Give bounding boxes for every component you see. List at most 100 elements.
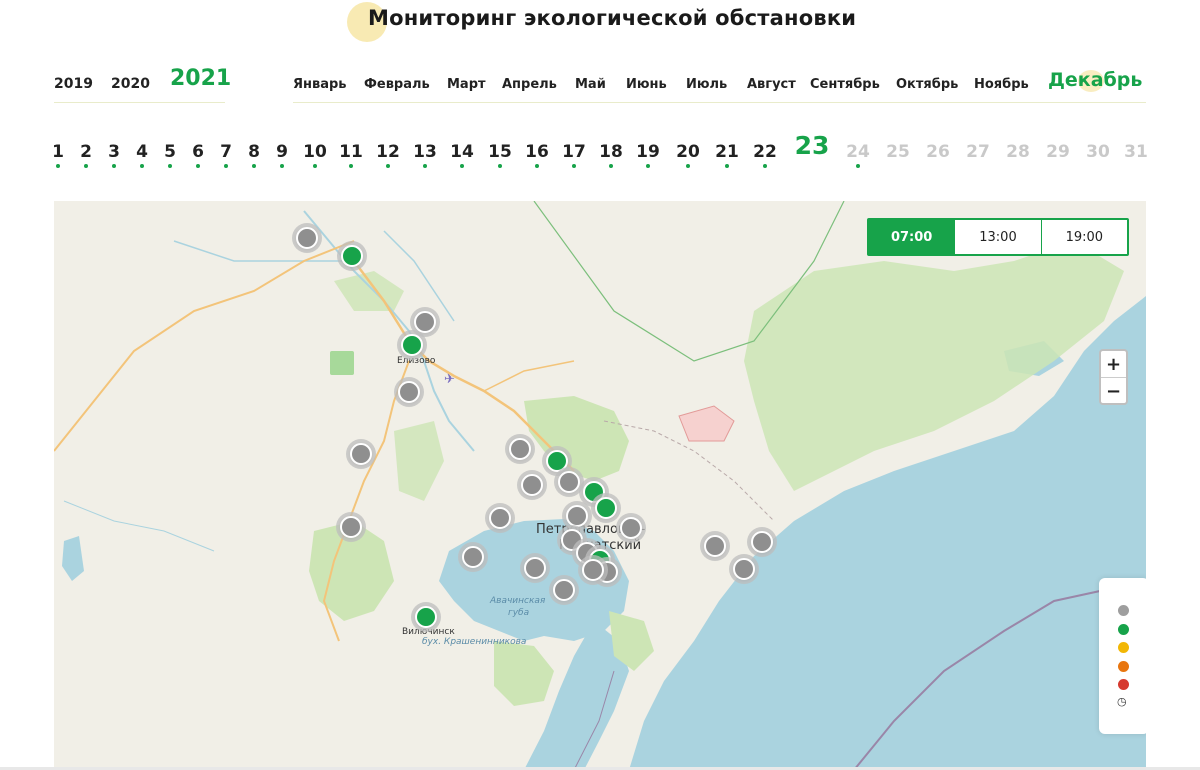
label-avacha-2: губа — [508, 608, 530, 618]
station-marker-no-data[interactable] — [704, 535, 726, 557]
day-8[interactable]: 8 — [248, 142, 260, 162]
day-1[interactable]: 1 — [52, 142, 64, 162]
legend-dot-high[interactable] — [1118, 661, 1129, 672]
day-12[interactable]: 12 — [376, 142, 400, 162]
legend-dot-very-high[interactable] — [1118, 679, 1129, 690]
day-15[interactable]: 15 — [488, 142, 512, 162]
day-9[interactable]: 9 — [276, 142, 288, 162]
day-data-dot — [386, 164, 390, 168]
day-31: 31 — [1124, 142, 1148, 162]
label-krasheninnikova: бух. Крашенинникова — [422, 637, 527, 647]
day-data-dot — [224, 164, 228, 168]
legend-dot-moderate[interactable] — [1118, 642, 1129, 653]
day-14[interactable]: 14 — [450, 142, 474, 162]
day-19[interactable]: 19 — [636, 142, 660, 162]
station-marker-no-data[interactable] — [751, 531, 773, 553]
day-20[interactable]: 20 — [676, 142, 700, 162]
station-marker-no-data[interactable] — [398, 381, 420, 403]
airport-icon: ✈ — [444, 372, 455, 387]
month-april[interactable]: Апрель — [502, 77, 557, 92]
month-october[interactable]: Октябрь — [896, 77, 958, 92]
day-6[interactable]: 6 — [192, 142, 204, 162]
station-marker-no-data[interactable] — [509, 438, 531, 460]
station-marker-no-data[interactable] — [524, 557, 546, 579]
station-marker-good[interactable] — [415, 606, 437, 628]
zoom-control: + − — [1099, 349, 1128, 405]
month-march[interactable]: Март — [447, 77, 486, 92]
page-title: Мониторинг экологической обстановки — [368, 6, 857, 30]
month-july[interactable]: Июль — [686, 77, 727, 92]
year-2021[interactable]: 2021 — [170, 66, 231, 91]
day-data-dot — [686, 164, 690, 168]
station-marker-no-data[interactable] — [582, 559, 604, 581]
station-marker-no-data[interactable] — [553, 579, 575, 601]
station-marker-no-data[interactable] — [340, 516, 362, 538]
year-2020[interactable]: 2020 — [111, 76, 150, 92]
month-august[interactable]: Август — [747, 77, 796, 92]
day-data-dot — [112, 164, 116, 168]
day-7[interactable]: 7 — [220, 142, 232, 162]
day-23[interactable]: 23 — [795, 131, 830, 160]
legend-dot-no-data[interactable] — [1118, 605, 1129, 616]
day-data-dot — [56, 164, 60, 168]
day-21[interactable]: 21 — [715, 142, 739, 162]
station-marker-no-data[interactable] — [489, 507, 511, 529]
station-marker-no-data[interactable] — [620, 517, 642, 539]
station-marker-no-data[interactable] — [350, 443, 372, 465]
day-18[interactable]: 18 — [599, 142, 623, 162]
station-marker-no-data[interactable] — [462, 546, 484, 568]
day-17[interactable]: 17 — [562, 142, 586, 162]
day-data-dot — [609, 164, 613, 168]
time-tab-1300[interactable]: 13:00 — [954, 220, 1040, 254]
zoom-in-button[interactable]: + — [1101, 351, 1126, 377]
day-16[interactable]: 16 — [525, 142, 549, 162]
history-clock-icon[interactable]: ◷ — [1117, 695, 1127, 708]
station-marker-no-data[interactable] — [558, 471, 580, 493]
park-icon — [330, 351, 354, 375]
day-data-dot — [140, 164, 144, 168]
day-11[interactable]: 11 — [339, 142, 363, 162]
day-13[interactable]: 13 — [413, 142, 437, 162]
month-february[interactable]: Февраль — [364, 77, 430, 92]
day-3[interactable]: 3 — [108, 142, 120, 162]
day-28: 28 — [1006, 142, 1030, 162]
day-27: 27 — [966, 142, 990, 162]
month-january[interactable]: Январь — [293, 77, 347, 92]
time-tab-1900[interactable]: 19:00 — [1040, 220, 1127, 254]
station-marker-no-data[interactable] — [296, 227, 318, 249]
map-view[interactable]: ✈ Елизово Петропавловск- Камчатский Авач… — [54, 201, 1146, 770]
day-5[interactable]: 5 — [164, 142, 176, 162]
day-data-dot — [423, 164, 427, 168]
time-tab-0700[interactable]: 07:00 — [869, 220, 955, 254]
time-selector: 07:00 13:00 19:00 — [867, 218, 1129, 256]
month-june[interactable]: Июнь — [626, 77, 667, 92]
station-marker-good[interactable] — [595, 497, 617, 519]
station-marker-no-data[interactable] — [414, 311, 436, 333]
day-data-dot — [252, 164, 256, 168]
legend-dot-good[interactable] — [1118, 624, 1129, 635]
day-10[interactable]: 10 — [303, 142, 327, 162]
day-data-dot — [280, 164, 284, 168]
day-data-dot — [84, 164, 88, 168]
zoom-out-button[interactable]: − — [1101, 377, 1126, 404]
station-marker-no-data[interactable] — [521, 474, 543, 496]
day-2[interactable]: 2 — [80, 142, 92, 162]
station-marker-good[interactable] — [401, 334, 423, 356]
station-marker-no-data[interactable] — [733, 558, 755, 580]
day-4[interactable]: 4 — [136, 142, 148, 162]
day-data-dot — [168, 164, 172, 168]
label-yelizovo: Елизово — [397, 356, 436, 366]
day-29: 29 — [1046, 142, 1070, 162]
day-data-dot — [535, 164, 539, 168]
month-november[interactable]: Ноябрь — [974, 77, 1029, 92]
day-22[interactable]: 22 — [753, 142, 777, 162]
station-marker-no-data[interactable] — [566, 505, 588, 527]
month-may[interactable]: Май — [575, 77, 606, 92]
day-30: 30 — [1086, 142, 1110, 162]
day-data-dot — [349, 164, 353, 168]
month-september[interactable]: Сентябрь — [810, 77, 880, 92]
station-marker-good[interactable] — [546, 450, 568, 472]
month-december[interactable]: Декабрь — [1048, 69, 1142, 91]
station-marker-good[interactable] — [341, 245, 363, 267]
year-2019[interactable]: 2019 — [54, 76, 93, 92]
